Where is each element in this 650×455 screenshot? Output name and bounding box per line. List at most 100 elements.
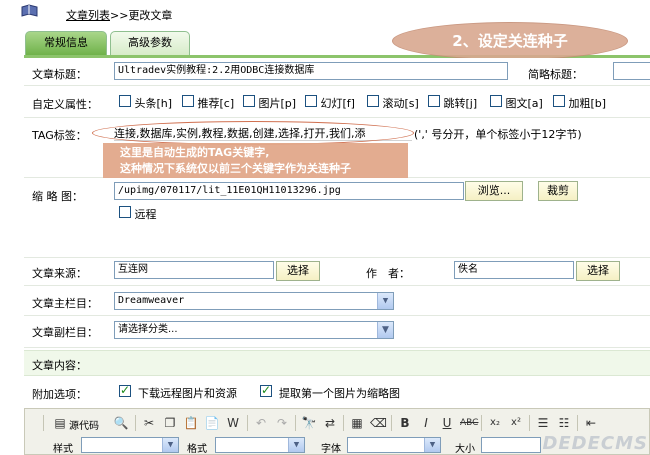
main-column-select[interactable]: Dreamweaver ▼: [114, 292, 394, 310]
thumb-label: 缩 略 图：: [32, 190, 83, 203]
strikethrough-icon[interactable]: ABC: [460, 415, 478, 431]
paste-word-icon[interactable]: W: [225, 415, 241, 431]
short-title-label: 简略标题：: [528, 68, 583, 81]
extract-thumb-checkbox[interactable]: [260, 383, 272, 397]
breadcrumb-current: 更改文章: [128, 9, 173, 22]
attr-text: 加粗[b]: [568, 97, 607, 110]
style-label: 样式: [53, 444, 73, 455]
breadcrumb-separator: >>: [110, 9, 129, 22]
attr-picture[interactable]: 图片[p]: [243, 95, 296, 111]
font-label: 字体: [321, 444, 341, 455]
attr-checkbox[interactable]: [182, 95, 194, 107]
ordered-list-icon[interactable]: ☰: [535, 415, 551, 431]
find-icon[interactable]: 🔭: [301, 415, 317, 431]
thumb-input[interactable]: /upimg/070117/lit_11E01QH11013296.jpg: [114, 182, 464, 200]
tab-general-info[interactable]: 常规信息: [25, 31, 107, 55]
copy-icon[interactable]: ❐: [162, 415, 178, 431]
source-code-icon[interactable]: ▤: [53, 415, 67, 431]
sub-column-select[interactable]: 请选择分类... ▼: [114, 321, 394, 339]
tag-hint: (',' 号分开，单个标签小于12字节): [414, 128, 582, 141]
attr-checkbox[interactable]: [305, 95, 317, 107]
crop-button[interactable]: 裁剪: [538, 181, 578, 201]
download-remote-option[interactable]: 下载远程图片和资源: [119, 383, 237, 401]
size-label: 大小: [455, 444, 475, 455]
download-remote-checkbox[interactable]: [119, 383, 131, 397]
content-label: 文章内容：: [32, 359, 87, 372]
source-select-button[interactable]: 选择: [276, 261, 320, 281]
tab-advanced-params[interactable]: 高级参数: [110, 31, 190, 55]
main-column-value: Dreamweaver: [118, 295, 185, 306]
chevron-down-icon[interactable]: ▼: [377, 322, 393, 338]
chevron-down-icon[interactable]: ▼: [162, 438, 178, 452]
format-select[interactable]: ▼: [215, 437, 305, 453]
style-select[interactable]: ▼: [81, 437, 179, 453]
content-bar: [24, 350, 650, 376]
attr-checkbox[interactable]: [367, 95, 379, 107]
attr-checkbox[interactable]: [119, 95, 131, 107]
attr-scroll[interactable]: 滚动[s]: [367, 95, 419, 111]
chevron-down-icon[interactable]: ▼: [424, 438, 440, 452]
tag-note-line1: 这里是自动生成的TAG关键字,: [120, 146, 270, 159]
italic-icon[interactable]: I: [418, 415, 434, 431]
bold-icon[interactable]: B: [397, 415, 413, 431]
tag-note-line2: 这种情况下系统仅以前三个关键字作为关连种子: [120, 162, 351, 175]
select-all-icon[interactable]: ▦: [349, 415, 365, 431]
attr-text: 推荐[c]: [197, 97, 235, 110]
extra-options-label: 附加选项：: [32, 388, 87, 401]
cut-icon[interactable]: ✂: [141, 415, 157, 431]
paste-text-icon[interactable]: 📄: [204, 415, 220, 431]
attr-checkbox[interactable]: [428, 95, 440, 107]
attr-bold[interactable]: 加粗[b]: [553, 95, 606, 111]
watermark: DEDECMS: [542, 433, 648, 454]
author-select-button[interactable]: 选择: [576, 261, 620, 281]
outdent-icon[interactable]: ⇤: [583, 415, 599, 431]
chevron-down-icon[interactable]: ▼: [288, 438, 304, 452]
attr-checkbox[interactable]: [490, 95, 502, 107]
author-input[interactable]: 佚名: [454, 261, 574, 279]
size-select[interactable]: [481, 437, 541, 453]
attr-checkbox[interactable]: [243, 95, 255, 107]
attr-text: 头条[h]: [134, 97, 173, 110]
attr-jump[interactable]: 跳转[j]: [428, 95, 477, 111]
subscript-icon[interactable]: x₂: [487, 415, 503, 431]
remote-label: 远程: [134, 208, 157, 221]
title-input[interactable]: Ultradev实例教程:2.2用ODBC连接数据库: [114, 62, 508, 80]
extract-thumb-option[interactable]: 提取第一个图片为缩略图: [260, 383, 400, 401]
sub-column-label: 文章副栏目：: [32, 326, 98, 339]
preview-icon[interactable]: 🔍: [113, 415, 129, 431]
chevron-down-icon[interactable]: ▼: [377, 293, 393, 309]
breadcrumb-link-article-list[interactable]: 文章列表: [66, 9, 110, 22]
tag-label: TAG标签：: [32, 129, 87, 142]
underline-icon[interactable]: U: [439, 415, 455, 431]
attr-headline[interactable]: 头条[h]: [119, 95, 172, 111]
attr-text: 幻灯[f]: [320, 97, 355, 110]
breadcrumb: 文章列表>>更改文章: [66, 7, 172, 23]
short-title-input[interactable]: [613, 62, 650, 80]
tag-note: 这里是自动生成的TAG关键字, 这种情况下系统仅以前三个关键字作为关连种子: [120, 145, 351, 177]
attr-recommend[interactable]: 推荐[c]: [182, 95, 234, 111]
unordered-list-icon[interactable]: ☷: [556, 415, 572, 431]
source-code-button[interactable]: 源代码: [69, 417, 99, 432]
superscript-icon[interactable]: x²: [508, 415, 524, 431]
redo-icon[interactable]: ↷: [274, 415, 290, 431]
undo-icon[interactable]: ↶: [253, 415, 269, 431]
sub-column-value: 请选择分类...: [118, 324, 178, 335]
attr-slide[interactable]: 幻灯[f]: [305, 95, 355, 111]
font-select[interactable]: ▼: [347, 437, 441, 453]
title-label: 文章标题：: [32, 68, 87, 81]
paste-icon[interactable]: 📋: [183, 415, 199, 431]
replace-icon[interactable]: ⇄: [322, 415, 338, 431]
tag-highlight-ellipse: [92, 121, 414, 145]
remove-format-icon[interactable]: ⌫: [370, 415, 387, 431]
source-label: 文章来源：: [32, 267, 87, 280]
attr-label: 自定义属性：: [32, 98, 98, 111]
attr-text: 滚动[s]: [382, 97, 419, 110]
remote-option[interactable]: 远程: [119, 206, 157, 222]
remote-checkbox[interactable]: [119, 206, 131, 218]
author-label: 作 者：: [366, 267, 410, 280]
attr-image-text[interactable]: 图文[a]: [490, 95, 543, 111]
browse-button[interactable]: 浏览...: [465, 181, 523, 201]
source-input[interactable]: 互连网: [114, 261, 274, 279]
download-remote-label: 下载远程图片和资源: [138, 387, 237, 400]
attr-checkbox[interactable]: [553, 95, 565, 107]
